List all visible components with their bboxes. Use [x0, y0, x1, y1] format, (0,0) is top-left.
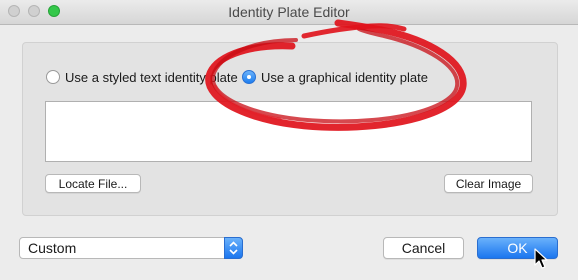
graphical-option[interactable]: Use a graphical identity plate: [242, 69, 428, 85]
styled-text-option[interactable]: Use a styled text identity plate: [46, 69, 238, 85]
identity-plate-image-well[interactable]: [45, 101, 532, 162]
window-title: Identity Plate Editor: [228, 4, 350, 20]
locate-file-button[interactable]: Locate File...: [45, 174, 141, 193]
styled-text-radio[interactable]: [46, 70, 60, 84]
graphical-radio[interactable]: [242, 70, 256, 84]
title-bar: Identity Plate Editor: [0, 0, 578, 25]
identity-plate-preset-select[interactable]: Custom: [19, 237, 243, 259]
clear-image-button[interactable]: Clear Image: [444, 174, 533, 193]
cancel-button[interactable]: Cancel: [383, 237, 464, 259]
identity-plate-editor-window: Identity Plate Editor Use a styled text …: [0, 0, 578, 280]
graphical-label: Use a graphical identity plate: [261, 69, 428, 85]
preset-select-value: Custom: [28, 240, 77, 256]
select-stepper-icon[interactable]: [224, 237, 243, 259]
styled-text-label: Use a styled text identity plate: [65, 69, 238, 85]
mouse-pointer-icon: [534, 248, 548, 269]
